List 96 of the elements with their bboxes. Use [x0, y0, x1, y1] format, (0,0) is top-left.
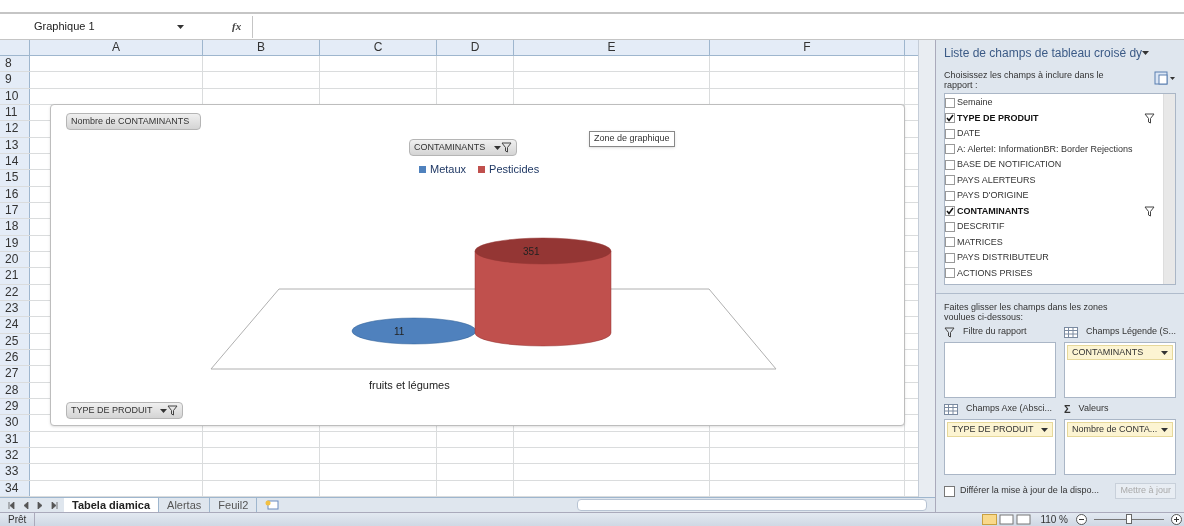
pivot-field-button[interactable]: TYPE DE PRODUIT [66, 402, 183, 419]
field-item[interactable]: DESCRITIF [945, 219, 1163, 235]
row-header[interactable]: 21 [0, 268, 30, 284]
function-button[interactable]: fx [232, 18, 252, 35]
zoom-in-icon[interactable] [1171, 514, 1182, 525]
status-text: Prêt [0, 512, 36, 526]
field-item[interactable]: TYPE DE PRODUIT [945, 110, 1163, 126]
column-header[interactable]: D [437, 40, 514, 55]
new-sheet-icon[interactable] [265, 500, 280, 510]
defer-checkbox[interactable] [944, 485, 955, 497]
column-header[interactable]: C [320, 40, 437, 55]
view-buttons-icon[interactable] [982, 514, 1033, 525]
zone-field-button[interactable]: TYPE DE PRODUIT [947, 422, 1053, 437]
field-item[interactable]: Semaine [945, 95, 1163, 111]
grid-icon [1064, 326, 1078, 338]
zone-label: Valeurs [1078, 402, 1109, 416]
field-item[interactable]: BASE DE NOTIFICATION [945, 157, 1163, 173]
row-header[interactable]: 15 [0, 170, 30, 186]
caret-icon [160, 408, 167, 413]
field-item[interactable]: ACTIONS PRISES [945, 265, 1163, 281]
tooltip: Zone de graphique [589, 131, 675, 147]
axis-label: fruits et légumes [369, 379, 450, 391]
instruction-text: Choisissez les champs à inclure dans le rapport : [944, 70, 1105, 90]
row-header[interactable]: 8 [0, 56, 30, 72]
field-checkbox[interactable] [945, 237, 955, 248]
sigma-icon: Σ [1064, 400, 1071, 418]
caret-icon [1161, 350, 1168, 355]
zoom-slider-thumb[interactable] [1126, 514, 1132, 524]
field-item[interactable]: PAYS D'ORIGINE [945, 188, 1163, 204]
column-header[interactable]: A [30, 40, 203, 55]
field-checkbox[interactable] [945, 97, 955, 108]
zone-label: Champs Axe (Absci... [966, 402, 1053, 416]
data-label: 351 [523, 246, 540, 257]
drop-zone[interactable]: CONTAMINANTS [1064, 342, 1176, 398]
pane-menu-icon [1142, 51, 1150, 55]
field-checkbox[interactable] [945, 206, 955, 217]
filter-icon [1144, 112, 1155, 124]
pivot-field-button[interactable]: Nombre de CONTAMINANTS [66, 113, 201, 130]
zone-label: Filtre du rapport [963, 325, 1027, 339]
column-header[interactable]: B [203, 40, 320, 55]
pane-title: Liste de champs de tableau croisé dy [944, 45, 1143, 62]
legend-entry: Metaux [419, 161, 467, 178]
pivot-field-button[interactable]: CONTAMINANTS [409, 139, 517, 156]
instruction-text: Faites glisser les champs dans les zones voulues ci-dessous: [944, 302, 1109, 322]
caret-icon [1041, 427, 1048, 432]
field-checkbox[interactable] [945, 128, 955, 139]
zoom-slider[interactable] [1091, 514, 1167, 525]
zone-field-button[interactable]: CONTAMINANTS [1067, 345, 1173, 360]
row-header[interactable]: 9 [0, 72, 30, 88]
field-item[interactable]: A: AlerteI: InformationBR: Border Rejections [945, 141, 1163, 157]
filter-icon [944, 326, 955, 338]
row-header[interactable]: 33 [0, 464, 30, 480]
field-checkbox[interactable] [945, 268, 955, 279]
list-scrollbar[interactable] [1163, 94, 1175, 284]
layout-icon[interactable] [1154, 70, 1176, 86]
zone-field-button[interactable]: Nombre de CONTA... [1067, 422, 1173, 437]
caret-icon [494, 145, 501, 150]
caret-icon [177, 24, 184, 29]
drop-zone[interactable] [944, 342, 1056, 398]
field-item[interactable]: PAYS ALERTEURS [945, 172, 1163, 188]
row-header[interactable]: 30 [0, 415, 30, 431]
field-checkbox[interactable] [945, 175, 955, 186]
field-checkbox[interactable] [945, 190, 955, 201]
data-label: 11 [394, 326, 405, 337]
row-header[interactable]: 12 [0, 121, 30, 137]
defer-label: Différer la mise à jour de la dispo... [960, 484, 1099, 498]
legend-entry: Pesticides [478, 161, 540, 178]
filter-icon [1144, 205, 1155, 217]
vertical-scrollbar[interactable] [918, 40, 935, 497]
field-checkbox[interactable] [945, 113, 955, 124]
field-checkbox[interactable] [945, 144, 955, 155]
zoom-out-icon[interactable] [1076, 514, 1087, 525]
field-checkbox[interactable] [945, 221, 955, 232]
field-item[interactable]: PAYS DISTRIBUTEUR [945, 250, 1163, 266]
grid-icon [944, 403, 958, 415]
drop-zone[interactable]: Nombre de CONTA... [1064, 419, 1176, 475]
filter-icon [167, 405, 178, 416]
column-header[interactable]: E [514, 40, 710, 55]
zoom-percent[interactable]: 110 % [1040, 512, 1068, 526]
caret-icon [1161, 427, 1168, 432]
drop-zone[interactable]: TYPE DE PRODUIT [944, 419, 1056, 475]
row-header[interactable]: 18 [0, 219, 30, 235]
field-checkbox[interactable] [945, 159, 955, 170]
zone-label: Champs Légende (S... [1086, 325, 1177, 339]
column-header[interactable]: F [710, 40, 905, 55]
row-header[interactable]: 27 [0, 366, 30, 382]
sheet-tab[interactable]: Tabela diamica [64, 497, 160, 513]
filter-icon [501, 142, 512, 153]
field-item[interactable]: DATE [945, 126, 1163, 142]
field-checkbox[interactable] [945, 252, 955, 263]
name-box[interactable]: Graphique 1 [34, 18, 184, 35]
chart-area[interactable]: Nombre de CONTAMINANTS CONTAMINANTS TYPE DE PRODUIT Zone de graphique Metaux Pesticides 11 351 fruits et légumes [50, 104, 905, 426]
row-header[interactable]: 24 [0, 317, 30, 333]
field-item[interactable]: MATRICES [945, 234, 1163, 250]
field-item[interactable]: CONTAMINANTS [945, 203, 1163, 219]
horizontal-scrollbar[interactable] [577, 499, 927, 511]
